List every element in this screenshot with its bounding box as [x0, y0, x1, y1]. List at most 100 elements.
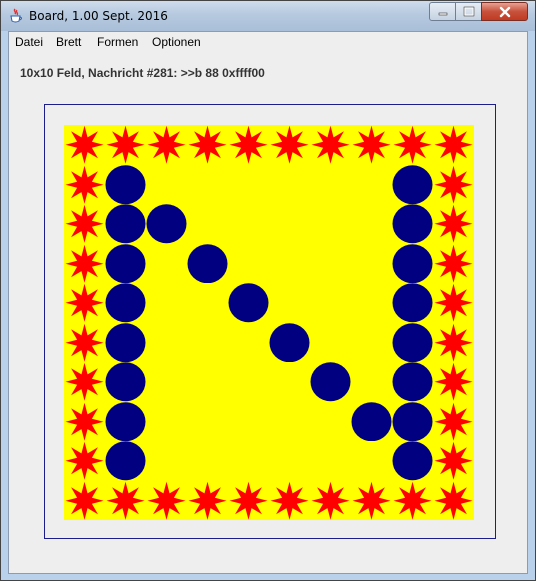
board-cell-star[interactable]	[433, 441, 474, 481]
board-cell-star[interactable]	[64, 441, 105, 481]
board-cell-empty[interactable]	[146, 441, 187, 481]
board-cell-empty[interactable]	[228, 244, 269, 284]
board-cell-empty[interactable]	[146, 402, 187, 442]
title-bar[interactable]: Board, 1.00 Sept. 2016	[1, 1, 535, 31]
board-cell-star[interactable]	[187, 125, 228, 165]
board-cell-empty[interactable]	[351, 283, 392, 323]
board-cell-star[interactable]	[433, 204, 474, 244]
java-cup-icon[interactable]	[9, 8, 23, 24]
board-cell-circle[interactable]	[392, 243, 433, 284]
board-cell-star[interactable]	[105, 481, 146, 521]
menu-formen[interactable]: Formen	[97, 35, 138, 49]
board-cell-circle[interactable]	[105, 362, 146, 402]
board-cell-star[interactable]	[392, 125, 433, 165]
board-cell-circle[interactable]	[228, 283, 269, 323]
board-cell-star[interactable]	[228, 125, 269, 165]
board-cell-star[interactable]	[64, 125, 105, 165]
board-cell-circle[interactable]	[105, 204, 146, 244]
board-cell-star[interactable]	[433, 125, 474, 165]
board-cell-circle[interactable]	[392, 401, 433, 442]
board-cell-empty[interactable]	[146, 362, 187, 402]
board-cell-star[interactable]	[433, 481, 474, 521]
board-cell-empty[interactable]	[351, 244, 392, 284]
board-cell-star[interactable]	[433, 362, 474, 402]
board-cell-empty[interactable]	[228, 323, 269, 363]
menu-brett[interactable]: Brett	[56, 35, 81, 49]
board-cell-empty[interactable]	[310, 165, 351, 205]
board-cell-star[interactable]	[310, 481, 351, 521]
board-cell-circle[interactable]	[392, 283, 433, 323]
board-cell-empty[interactable]	[269, 204, 310, 244]
board-cell-circle[interactable]	[105, 401, 146, 442]
board-cell-empty[interactable]	[310, 402, 351, 442]
board-cell-empty[interactable]	[269, 441, 310, 481]
board-cell-star[interactable]	[269, 125, 310, 165]
board-cell-empty[interactable]	[269, 165, 310, 205]
game-board[interactable]	[64, 125, 474, 520]
board-cell-empty[interactable]	[146, 244, 187, 284]
board-cell-empty[interactable]	[310, 244, 351, 284]
board-cell-circle[interactable]	[146, 204, 187, 244]
board-cell-empty[interactable]	[228, 204, 269, 244]
board-cell-empty[interactable]	[310, 283, 351, 323]
board-cell-star[interactable]	[146, 481, 187, 521]
board-cell-empty[interactable]	[187, 441, 228, 481]
board-cell-empty[interactable]	[146, 165, 187, 205]
board-cell-empty[interactable]	[269, 244, 310, 284]
board-cell-empty[interactable]	[146, 323, 187, 363]
board-cell-empty[interactable]	[187, 402, 228, 442]
board-cell-empty[interactable]	[187, 362, 228, 402]
board-cell-circle[interactable]	[392, 441, 433, 481]
board-cell-star[interactable]	[433, 283, 474, 323]
board-cell-empty[interactable]	[187, 165, 228, 205]
board-cell-star[interactable]	[146, 125, 187, 165]
close-button[interactable]	[481, 2, 528, 21]
board-cell-empty[interactable]	[310, 204, 351, 244]
board-cell-empty[interactable]	[351, 362, 392, 402]
board-cell-star[interactable]	[64, 481, 105, 521]
board-cell-empty[interactable]	[351, 323, 392, 363]
board-cell-empty[interactable]	[146, 283, 187, 323]
board-cell-empty[interactable]	[269, 283, 310, 323]
board-cell-star[interactable]	[105, 125, 146, 165]
board-cell-empty[interactable]	[269, 362, 310, 402]
board-cell-star[interactable]	[269, 481, 310, 521]
board-cell-star[interactable]	[187, 481, 228, 521]
maximize-button[interactable]	[455, 2, 482, 21]
menu-datei[interactable]: Datei	[15, 35, 43, 49]
board-cell-circle[interactable]	[105, 164, 146, 205]
board-cell-star[interactable]	[433, 244, 474, 284]
board-cell-star[interactable]	[392, 481, 433, 521]
board-cell-star[interactable]	[64, 323, 105, 363]
board-cell-star[interactable]	[228, 481, 269, 521]
board-cell-star[interactable]	[433, 323, 474, 363]
board-cell-empty[interactable]	[228, 402, 269, 442]
board-cell-empty[interactable]	[228, 362, 269, 402]
board-cell-star[interactable]	[64, 204, 105, 244]
board-cell-empty[interactable]	[269, 402, 310, 442]
board-cell-empty[interactable]	[228, 165, 269, 205]
board-cell-star[interactable]	[310, 125, 351, 165]
board-cell-star[interactable]	[64, 244, 105, 284]
board-cell-empty[interactable]	[351, 165, 392, 205]
board-cell-empty[interactable]	[228, 441, 269, 481]
menu-optionen[interactable]: Optionen	[152, 35, 201, 49]
board-cell-circle[interactable]	[310, 362, 351, 402]
board-cell-star[interactable]	[64, 362, 105, 402]
board-cell-star[interactable]	[351, 125, 392, 165]
board-cell-empty[interactable]	[351, 441, 392, 481]
board-cell-empty[interactable]	[187, 323, 228, 363]
board-cell-circle[interactable]	[351, 401, 392, 442]
board-cell-circle[interactable]	[105, 283, 146, 323]
board-cell-circle[interactable]	[392, 362, 433, 402]
board-cell-star[interactable]	[433, 402, 474, 442]
board-cell-circle[interactable]	[105, 322, 146, 363]
board-cell-empty[interactable]	[187, 204, 228, 244]
board-cell-star[interactable]	[351, 481, 392, 521]
board-cell-circle[interactable]	[187, 243, 228, 284]
board-cell-star[interactable]	[64, 402, 105, 442]
board-cell-empty[interactable]	[187, 283, 228, 323]
board-cell-circle[interactable]	[392, 204, 433, 244]
board-cell-circle[interactable]	[392, 164, 433, 205]
board-cell-circle[interactable]	[105, 243, 146, 284]
